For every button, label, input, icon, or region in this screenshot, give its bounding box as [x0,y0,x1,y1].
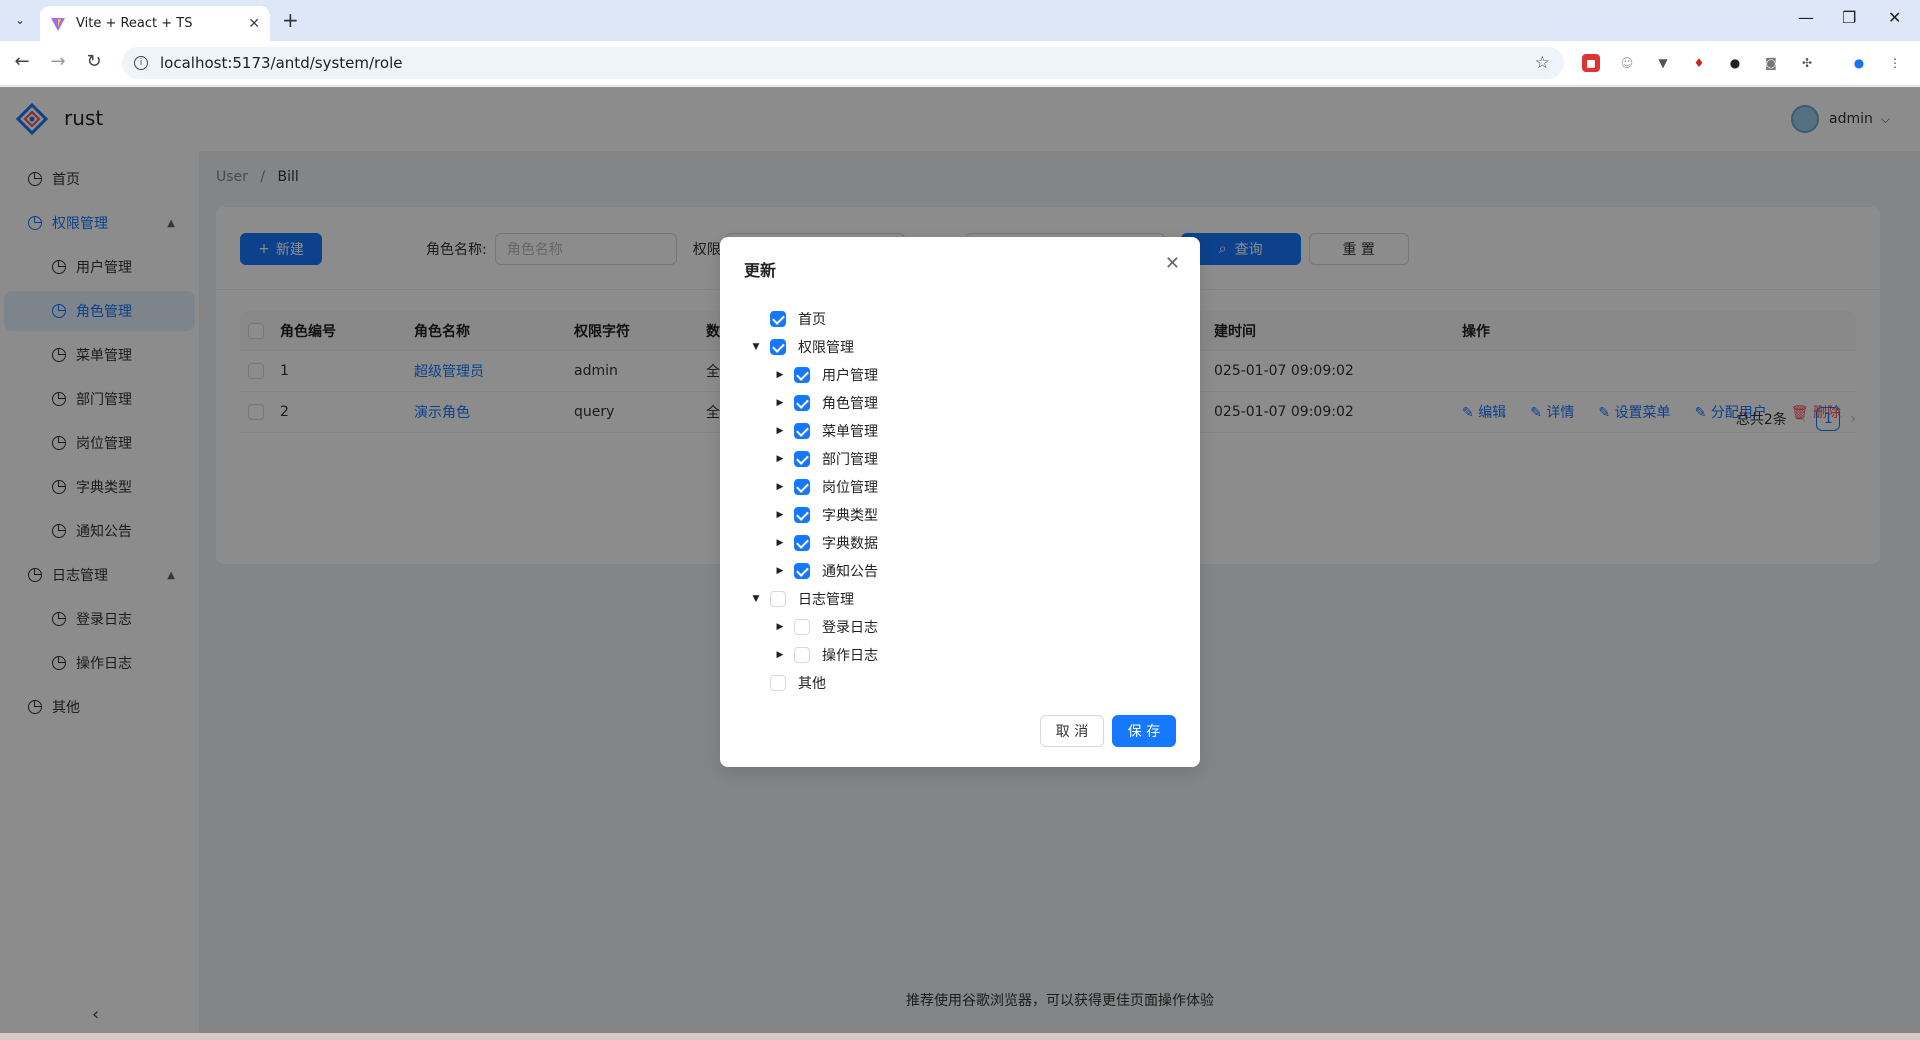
caret-right-icon[interactable]: ▶ [768,503,792,527]
extensions-puzzle-icon[interactable]: ✣ [1798,54,1816,72]
menu-permission-tree: 首页 ▼ 权限管理 ▶ 用户管理 ▶ 角色管理 ▶ 菜单管理 ▶ 部门管理 ▶ 岗位管理 ▶ 字典类型 ▶ 字典… [744,305,1176,697]
tree-node: ▶ 操作日志 [744,641,1176,669]
tree-node: 其他 [744,669,1176,697]
browser-tab[interactable]: Vite + React + TS ✕ [40,6,270,41]
tree-node-checkbox[interactable] [794,451,810,467]
update-modal: 更新 ✕ 首页 ▼ 权限管理 ▶ 用户管理 ▶ 角色管理 ▶ 菜单管理 ▶ 部门管理 ▶ 岗位管理 ▶ 字典… [720,237,1200,767]
close-icon[interactable]: ✕ [1165,253,1180,274]
tree-node-label[interactable]: 权限管理 [798,337,854,357]
caret-right-icon[interactable]: ▶ [768,475,792,499]
tree-node-label[interactable]: 操作日志 [822,645,878,665]
tree-node-checkbox[interactable] [794,619,810,635]
caret-right-icon[interactable]: ▶ [768,391,792,415]
extension-vue-icon[interactable]: ▼ [1654,54,1672,72]
tree-node-label[interactable]: 部门管理 [822,449,878,469]
caret-right-icon[interactable]: ▶ [768,363,792,387]
tree-node-label[interactable]: 字典类型 [822,505,878,525]
tab-title: Vite + React + TS [76,16,193,31]
tab-search-chevron-icon[interactable]: ⌄ [8,8,32,32]
tree-node-checkbox[interactable] [794,395,810,411]
extension-bear-icon[interactable]: ● [1726,54,1744,72]
tree-node: ▶ 岗位管理 [744,473,1176,501]
tree-node: ▶ 通知公告 [744,557,1176,585]
tree-node: 首页 [744,305,1176,333]
tree-node: ▼ 权限管理 [744,333,1176,361]
tree-node-checkbox[interactable] [794,423,810,439]
tree-node-label[interactable]: 角色管理 [822,393,878,413]
close-tab-icon[interactable]: ✕ [248,16,260,32]
bookmark-star-icon[interactable]: ☆ [1535,53,1550,73]
tree-node: ▶ 用户管理 [744,361,1176,389]
tree-node: ▶ 部门管理 [744,445,1176,473]
browser-tab-strip: ⌄ Vite + React + TS ✕ + — ❐ ✕ [0,0,1920,41]
tree-node-checkbox[interactable] [770,311,786,327]
restore-icon[interactable]: ❐ [1842,8,1856,27]
minimize-icon[interactable]: — [1798,8,1814,27]
caret-down-icon[interactable]: ▼ [744,587,768,611]
save-button[interactable]: 保 存 [1112,715,1176,747]
extension-flag-icon[interactable]: ♦ [1690,54,1708,72]
tree-node-checkbox[interactable] [794,507,810,523]
tree-node: ▶ 角色管理 [744,389,1176,417]
caret-right-icon[interactable]: ▶ [768,531,792,555]
tree-node-label[interactable]: 其他 [798,673,826,693]
forward-icon[interactable]: → [46,51,70,72]
cancel-button[interactable]: 取 消 [1040,715,1104,747]
tree-node-label[interactable]: 用户管理 [822,365,878,385]
tree-node: ▼ 日志管理 [744,585,1176,613]
tree-node-label[interactable]: 菜单管理 [822,421,878,441]
tree-node-label[interactable]: 首页 [798,309,826,329]
tree-node: ▶ 菜单管理 [744,417,1176,445]
caret-right-icon[interactable]: ▶ [768,615,792,639]
reload-icon[interactable]: ↻ [82,51,106,72]
profile-icon[interactable]: ● [1850,54,1868,72]
tree-node: ▶ 字典类型 [744,501,1176,529]
caret-right-icon[interactable]: ▶ [768,559,792,583]
tree-switcher-placeholder [744,307,768,331]
tree-node-checkbox[interactable] [770,675,786,691]
tree-node-checkbox[interactable] [794,479,810,495]
tree-node-checkbox[interactable] [794,647,810,663]
tree-node-label[interactable]: 岗位管理 [822,477,878,497]
address-bar[interactable]: i localhost:5173/antd/system/role ☆ [122,47,1564,79]
caret-down-icon[interactable]: ▼ [744,335,768,359]
caret-right-icon[interactable]: ▶ [768,419,792,443]
tree-node-checkbox[interactable] [794,535,810,551]
tree-node-checkbox[interactable] [794,563,810,579]
extension-camera-icon[interactable]: ◙ [1762,54,1780,72]
caret-right-icon[interactable]: ▶ [768,447,792,471]
extension-red-icon[interactable]: ◼ [1582,54,1600,72]
tree-switcher-placeholder [744,671,768,695]
back-icon[interactable]: ← [10,51,34,72]
tree-node-label[interactable]: 字典数据 [822,533,878,553]
browser-menu-icon[interactable]: ⋮ [1886,54,1904,72]
browser-toolbar: ← → ↻ i localhost:5173/antd/system/role … [0,41,1920,86]
tree-node-checkbox[interactable] [794,367,810,383]
url-text: localhost:5173/antd/system/role [160,54,403,72]
new-tab-button[interactable]: + [282,9,299,31]
caret-right-icon[interactable]: ▶ [768,643,792,667]
site-info-icon[interactable]: i [134,56,148,70]
vite-favicon-icon [51,17,65,31]
tree-node: ▶ 字典数据 [744,529,1176,557]
window-close-icon[interactable]: ✕ [1888,8,1901,27]
tree-node-label[interactable]: 通知公告 [822,561,878,581]
tree-node-label[interactable]: 登录日志 [822,617,878,637]
taskbar-strip [0,1033,1920,1040]
tree-node-label[interactable]: 日志管理 [798,589,854,609]
extension-face-icon[interactable]: ☺ [1618,54,1636,72]
modal-footer: 取 消 保 存 [1040,715,1176,747]
tree-node-checkbox[interactable] [770,591,786,607]
tree-node: ▶ 登录日志 [744,613,1176,641]
tree-node-checkbox[interactable] [770,339,786,355]
modal-title: 更新 [744,261,777,280]
